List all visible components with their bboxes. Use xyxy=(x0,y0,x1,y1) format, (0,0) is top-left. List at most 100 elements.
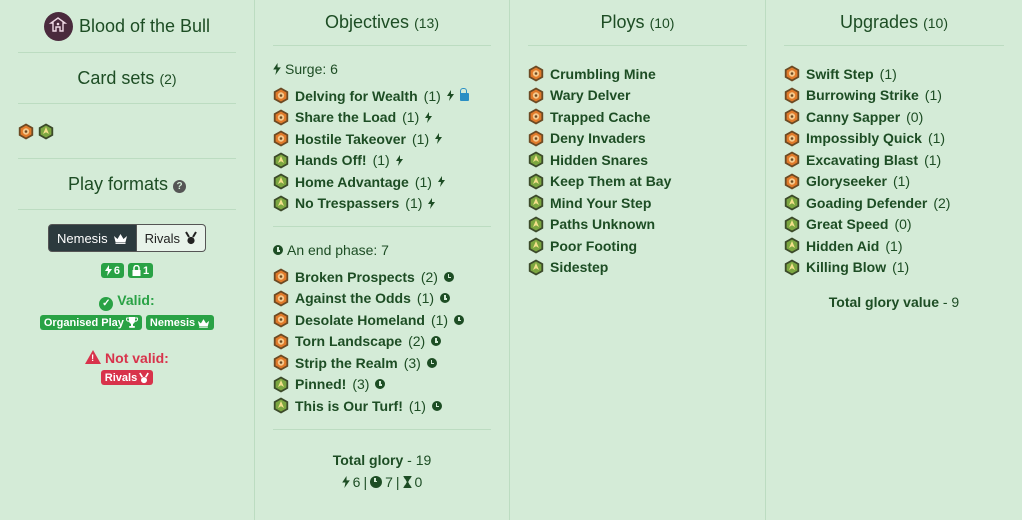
card-row[interactable]: Hands Off! (1) xyxy=(273,150,491,172)
card-row[interactable]: Pinned! (3) xyxy=(273,374,491,396)
card-row[interactable]: Poor Footing xyxy=(528,235,747,257)
card-name: Desolate Homeland xyxy=(295,311,425,328)
not-valid-label: Not valid: xyxy=(105,350,169,366)
ploy-list: Crumbling Mine Wary Delver Trapped Cache De… xyxy=(528,63,747,278)
lightning-icon xyxy=(425,111,433,123)
upgrades-total: Total glory value - 9 xyxy=(784,294,1004,310)
rivals-invalid-badge: Rivals xyxy=(100,370,154,385)
green-set-icon xyxy=(784,237,800,254)
card-glory: (1) xyxy=(408,397,426,414)
upgrade-list: Swift Step (1) Burrowing Strike (1) Canny Sa… xyxy=(784,63,1004,278)
warband-header[interactable]: Blood of the Bull xyxy=(18,0,236,52)
orange-set-icon xyxy=(784,151,800,168)
lightning-icon xyxy=(104,265,112,276)
card-row[interactable]: Mind Your Step xyxy=(528,192,747,214)
card-row[interactable]: This is Our Turf! (1) xyxy=(273,395,491,417)
card-row[interactable]: Hostile Takeover (1) xyxy=(273,128,491,150)
card-name: Impossibly Quick xyxy=(806,130,922,147)
total-glory-value: - 19 xyxy=(407,451,432,468)
card-row[interactable]: Paths Unknown xyxy=(528,214,747,236)
card-name: Strip the Realm xyxy=(295,354,398,371)
divider xyxy=(273,45,491,46)
card-glory: (1) xyxy=(885,237,903,254)
card-row[interactable]: Hidden Snares xyxy=(528,149,747,171)
nemesis-toggle-button[interactable]: Nemesis xyxy=(48,224,137,252)
rivals-toggle-button[interactable]: Rivals xyxy=(136,224,206,252)
orange-set-icon xyxy=(273,333,289,350)
orange-set-icon xyxy=(784,173,800,190)
third-total: 0 xyxy=(414,473,423,490)
green-set-icon xyxy=(528,259,544,276)
green-set-icon xyxy=(784,259,800,276)
deck-restriction-badges: 6 1 xyxy=(18,263,236,278)
divider xyxy=(18,209,236,210)
card-glory: (1) xyxy=(423,87,441,104)
card-set-icons xyxy=(18,104,236,158)
restricted-count-badge: 1 xyxy=(128,263,154,278)
card-name: Killing Blow xyxy=(806,259,887,276)
card-row[interactable]: No Trespassers (1) xyxy=(273,193,491,215)
end-phase-label: An end phase: 7 xyxy=(287,242,389,258)
crown-icon xyxy=(198,318,210,328)
card-row[interactable]: Sidestep xyxy=(528,257,747,279)
card-row[interactable]: Delving for Wealth (1) xyxy=(273,85,491,107)
help-icon[interactable]: ? xyxy=(173,180,187,193)
card-row[interactable]: Hidden Aid (1) xyxy=(784,235,1004,257)
separator: | xyxy=(395,473,400,490)
card-row[interactable]: Impossibly Quick (1) xyxy=(784,128,1004,150)
clock-icon xyxy=(370,475,383,488)
surge-group-label: Surge: 6 xyxy=(273,61,491,77)
card-row[interactable]: Canny Sapper (0) xyxy=(784,106,1004,128)
objectives-title: Objectives xyxy=(325,12,410,32)
card-name: This is Our Turf! xyxy=(295,397,403,414)
orange-set-icon xyxy=(784,108,800,125)
card-row[interactable]: Share the Load (1) xyxy=(273,107,491,129)
card-row[interactable]: Broken Prospects (2) xyxy=(273,266,491,288)
card-row[interactable]: Great Speed (0) xyxy=(784,214,1004,236)
objective-breakdown: 6 | 7 | 0 xyxy=(273,474,491,490)
card-row[interactable]: Torn Landscape (2) xyxy=(273,331,491,353)
card-row[interactable]: Crumbling Mine xyxy=(528,63,747,85)
green-set-icon[interactable] xyxy=(38,123,54,140)
nemesis-valid-label: Nemesis xyxy=(149,316,196,329)
card-row[interactable]: Excavating Blast (1) xyxy=(784,149,1004,171)
card-row[interactable]: Keep Them at Bay xyxy=(528,171,747,193)
lightning-icon xyxy=(273,63,281,75)
card-row[interactable]: Wary Delver xyxy=(528,85,747,107)
card-glory: (1) xyxy=(927,130,946,147)
card-name: Pinned! xyxy=(295,376,347,393)
card-row[interactable]: Gloryseeker (1) xyxy=(784,171,1004,193)
valid-status: ✓ Valid: xyxy=(18,292,236,311)
upgrades-title: Upgrades xyxy=(840,12,919,32)
card-row[interactable]: Home Advantage (1) xyxy=(273,171,491,193)
ploys-heading: Ploys (10) xyxy=(528,0,747,45)
not-valid-format-badges: Rivals xyxy=(18,370,236,385)
card-row[interactable]: Strip the Realm (3) xyxy=(273,352,491,374)
lock-icon xyxy=(459,88,469,102)
orange-set-icon[interactable] xyxy=(18,123,34,140)
medal-icon xyxy=(139,372,150,383)
card-row[interactable]: Goading Defender (2) xyxy=(784,192,1004,214)
card-glory: (1) xyxy=(416,290,435,307)
separator: | xyxy=(363,473,368,490)
medal-icon xyxy=(185,231,197,245)
clock-icon xyxy=(426,357,437,368)
card-row[interactable]: Killing Blow (1) xyxy=(784,257,1004,279)
card-name: Poor Footing xyxy=(550,237,638,254)
card-row[interactable]: Desolate Homeland (1) xyxy=(273,309,491,331)
card-glory: (3) xyxy=(352,376,370,393)
card-row[interactable]: Against the Odds (1) xyxy=(273,288,491,310)
clock-icon xyxy=(431,400,442,411)
card-row[interactable]: Swift Step (1) xyxy=(784,63,1004,85)
green-set-icon xyxy=(528,194,544,211)
card-glory: (0) xyxy=(894,216,912,233)
clock-icon xyxy=(454,314,465,325)
card-row[interactable]: Deny Invaders xyxy=(528,128,747,150)
crown-icon xyxy=(113,233,127,244)
ploys-title: Ploys xyxy=(600,12,645,32)
orange-set-icon xyxy=(273,130,289,147)
warband-title: Blood of the Bull xyxy=(78,15,211,36)
card-glory: (1) xyxy=(430,311,449,328)
card-row[interactable]: Trapped Cache xyxy=(528,106,747,128)
card-row[interactable]: Burrowing Strike (1) xyxy=(784,85,1004,107)
